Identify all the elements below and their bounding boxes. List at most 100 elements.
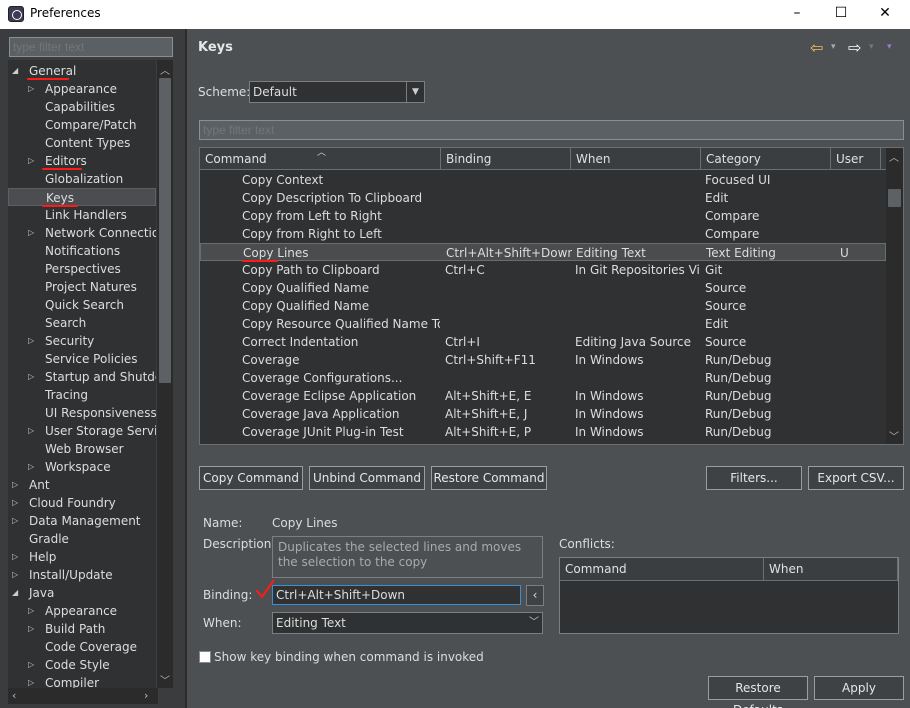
table-row[interactable]: Copy Path to Clipboard Ctrl+C In Git Repos…: [200, 261, 886, 279]
tree-item[interactable]: Link Handlers: [8, 206, 156, 224]
tree-item[interactable]: ▷ Workspace: [8, 458, 156, 476]
maximize-button[interactable]: ☐: [826, 4, 856, 24]
table-row[interactable]: Coverage Ctrl+Shift+F11 In Windows Run/Debu…: [200, 351, 886, 369]
table-row[interactable]: Coverage Configurations... Run/Debug: [200, 369, 886, 387]
forward-menu-icon[interactable]: ▾: [869, 42, 874, 52]
apply-button[interactable]: Apply: [814, 676, 904, 700]
tree-item[interactable]: Code Coverage: [8, 638, 156, 656]
tree-item[interactable]: Search: [8, 314, 156, 332]
tree-item[interactable]: ▷ Network Connections: [8, 224, 156, 242]
close-button[interactable]: ✕: [870, 4, 900, 24]
tree-item[interactable]: Gradle: [8, 530, 156, 548]
tree-item[interactable]: ▷ User Storage Service: [8, 422, 156, 440]
table-row[interactable]: Copy Lines Ctrl+Alt+Shift+Down Editing Tex…: [200, 243, 886, 261]
collapsed-arrow-icon[interactable]: ▷: [28, 332, 34, 350]
collapsed-arrow-icon[interactable]: ▷: [28, 656, 34, 674]
tree-item[interactable]: Perspectives: [8, 260, 156, 278]
back-menu-icon[interactable]: ▾: [831, 42, 836, 52]
scroll-right-icon[interactable]: ›: [144, 689, 148, 702]
export-csv-button[interactable]: Export CSV...: [808, 466, 904, 490]
view-menu-icon[interactable]: ▾: [887, 42, 892, 52]
table-row[interactable]: Coverage JUnit Plug-in Test Alt+Shift+E, …: [200, 423, 886, 441]
scroll-down-icon[interactable]: ﹀: [160, 672, 170, 687]
tree-item[interactable]: ▷ Help: [8, 548, 156, 566]
table-row[interactable]: Correct Indentation Ctrl+I Editing Java So…: [200, 333, 886, 351]
scroll-up-icon[interactable]: ︿: [160, 62, 170, 77]
tree-item[interactable]: Compare/Patch: [8, 116, 156, 134]
tree-item[interactable]: ▷ Security: [8, 332, 156, 350]
expanded-arrow-icon[interactable]: ◢: [12, 584, 18, 602]
table-scroll-thumb[interactable]: [888, 189, 901, 207]
tree-item[interactable]: Capabilities: [8, 98, 156, 116]
tree-item[interactable]: ▷ Appearance: [8, 80, 156, 98]
column-header-when[interactable]: When: [571, 148, 701, 170]
unbind-command-button[interactable]: Unbind Command: [309, 466, 425, 490]
collapsed-arrow-icon[interactable]: ▷: [28, 458, 34, 476]
table-row[interactable]: Coverage Eclipse Application Alt+Shift+E,…: [200, 387, 886, 405]
tree-item[interactable]: Keys: [8, 188, 156, 206]
table-row[interactable]: Copy from Right to Left Compare: [200, 225, 886, 243]
forward-arrow-icon[interactable]: ⇨: [848, 38, 861, 57]
column-header-binding[interactable]: Binding: [441, 148, 571, 170]
tree-item[interactable]: ▷ Startup and Shutdown: [8, 368, 156, 386]
tree-item[interactable]: ▷ Data Management: [8, 512, 156, 530]
tree-item[interactable]: Web Browser: [8, 440, 156, 458]
scroll-left-icon[interactable]: ‹: [12, 689, 16, 702]
column-header-category[interactable]: Category: [701, 148, 831, 170]
tree-scroll-thumb[interactable]: [159, 78, 171, 383]
collapsed-arrow-icon[interactable]: ▷: [12, 494, 18, 512]
sidebar-filter-input[interactable]: [9, 37, 173, 57]
collapsed-arrow-icon[interactable]: ▷: [28, 152, 34, 170]
restore-command-button[interactable]: Restore Command: [431, 466, 547, 490]
scroll-down-icon[interactable]: ﹀: [889, 428, 899, 443]
tree-item[interactable]: ▷ Editors: [8, 152, 156, 170]
tree-item[interactable]: ▷ Install/Update: [8, 566, 156, 584]
tree-vertical-scrollbar[interactable]: ︿ ﹀: [157, 60, 173, 688]
keys-filter-input[interactable]: [199, 120, 904, 140]
chevron-down-icon[interactable]: ﹀: [529, 613, 539, 633]
collapsed-arrow-icon[interactable]: ▷: [28, 422, 34, 440]
tree-item[interactable]: ▷ Ant: [8, 476, 156, 494]
collapsed-arrow-icon[interactable]: ▷: [28, 80, 34, 98]
collapsed-arrow-icon[interactable]: ▷: [28, 224, 34, 242]
when-select[interactable]: Editing Text ﹀: [272, 612, 543, 634]
tree-item[interactable]: Content Types: [8, 134, 156, 152]
collapsed-arrow-icon[interactable]: ▷: [28, 368, 34, 386]
tree-item[interactable]: ◢ Java: [8, 584, 156, 602]
tree-item[interactable]: Notifications: [8, 242, 156, 260]
table-row[interactable]: Coverage Java Application Alt+Shift+E, J I…: [200, 405, 886, 423]
tree-item[interactable]: Tracing: [8, 386, 156, 404]
collapsed-arrow-icon[interactable]: ▷: [12, 512, 18, 530]
tree-item[interactable]: ▷ Cloud Foundry: [8, 494, 156, 512]
conflicts-column-command[interactable]: Command: [560, 558, 764, 581]
collapsed-arrow-icon[interactable]: ▷: [12, 476, 18, 494]
collapsed-arrow-icon[interactable]: ▷: [28, 620, 34, 638]
tree-item[interactable]: ▷ Build Path: [8, 620, 156, 638]
show-binding-checkbox[interactable]: [199, 651, 211, 663]
scroll-up-icon[interactable]: ︿: [889, 149, 899, 164]
restore-defaults-button[interactable]: Restore Defaults: [708, 676, 808, 708]
table-row[interactable]: Copy Resource Qualified Name To Clipboar…: [200, 315, 886, 333]
expanded-arrow-icon[interactable]: ◢: [12, 62, 18, 80]
copy-command-button[interactable]: Copy Command: [199, 466, 303, 490]
tree-item[interactable]: Globalization: [8, 170, 156, 188]
tree-item[interactable]: Service Policies: [8, 350, 156, 368]
tree-item[interactable]: Quick Search: [8, 296, 156, 314]
binding-input[interactable]: Ctrl+Alt+Shift+Down: [272, 585, 521, 605]
table-row[interactable]: Copy Qualified Name Source: [200, 297, 886, 315]
tree-item[interactable]: Project Natures: [8, 278, 156, 296]
table-row[interactable]: Copy from Left to Right Compare: [200, 207, 886, 225]
collapsed-arrow-icon[interactable]: ▷: [12, 548, 18, 566]
tree-item[interactable]: ▷ Code Style: [8, 656, 156, 674]
collapsed-arrow-icon[interactable]: ▷: [28, 602, 34, 620]
back-arrow-icon[interactable]: ⇦: [810, 38, 823, 57]
chevron-down-icon[interactable]: ▼: [406, 82, 424, 102]
tree-horizontal-scrollbar[interactable]: ‹ ›: [8, 688, 158, 704]
tree-item[interactable]: ▷ Compiler: [8, 674, 156, 688]
collapsed-arrow-icon[interactable]: ▷: [12, 566, 18, 584]
tree-item[interactable]: UI Responsiveness Monitoring: [8, 404, 156, 422]
binding-modifiers-button[interactable]: ‹: [526, 585, 544, 606]
minimize-button[interactable]: –: [782, 4, 812, 24]
table-vertical-scrollbar[interactable]: ︿ ﹀: [886, 148, 903, 444]
tree-item[interactable]: ▷ Appearance: [8, 602, 156, 620]
